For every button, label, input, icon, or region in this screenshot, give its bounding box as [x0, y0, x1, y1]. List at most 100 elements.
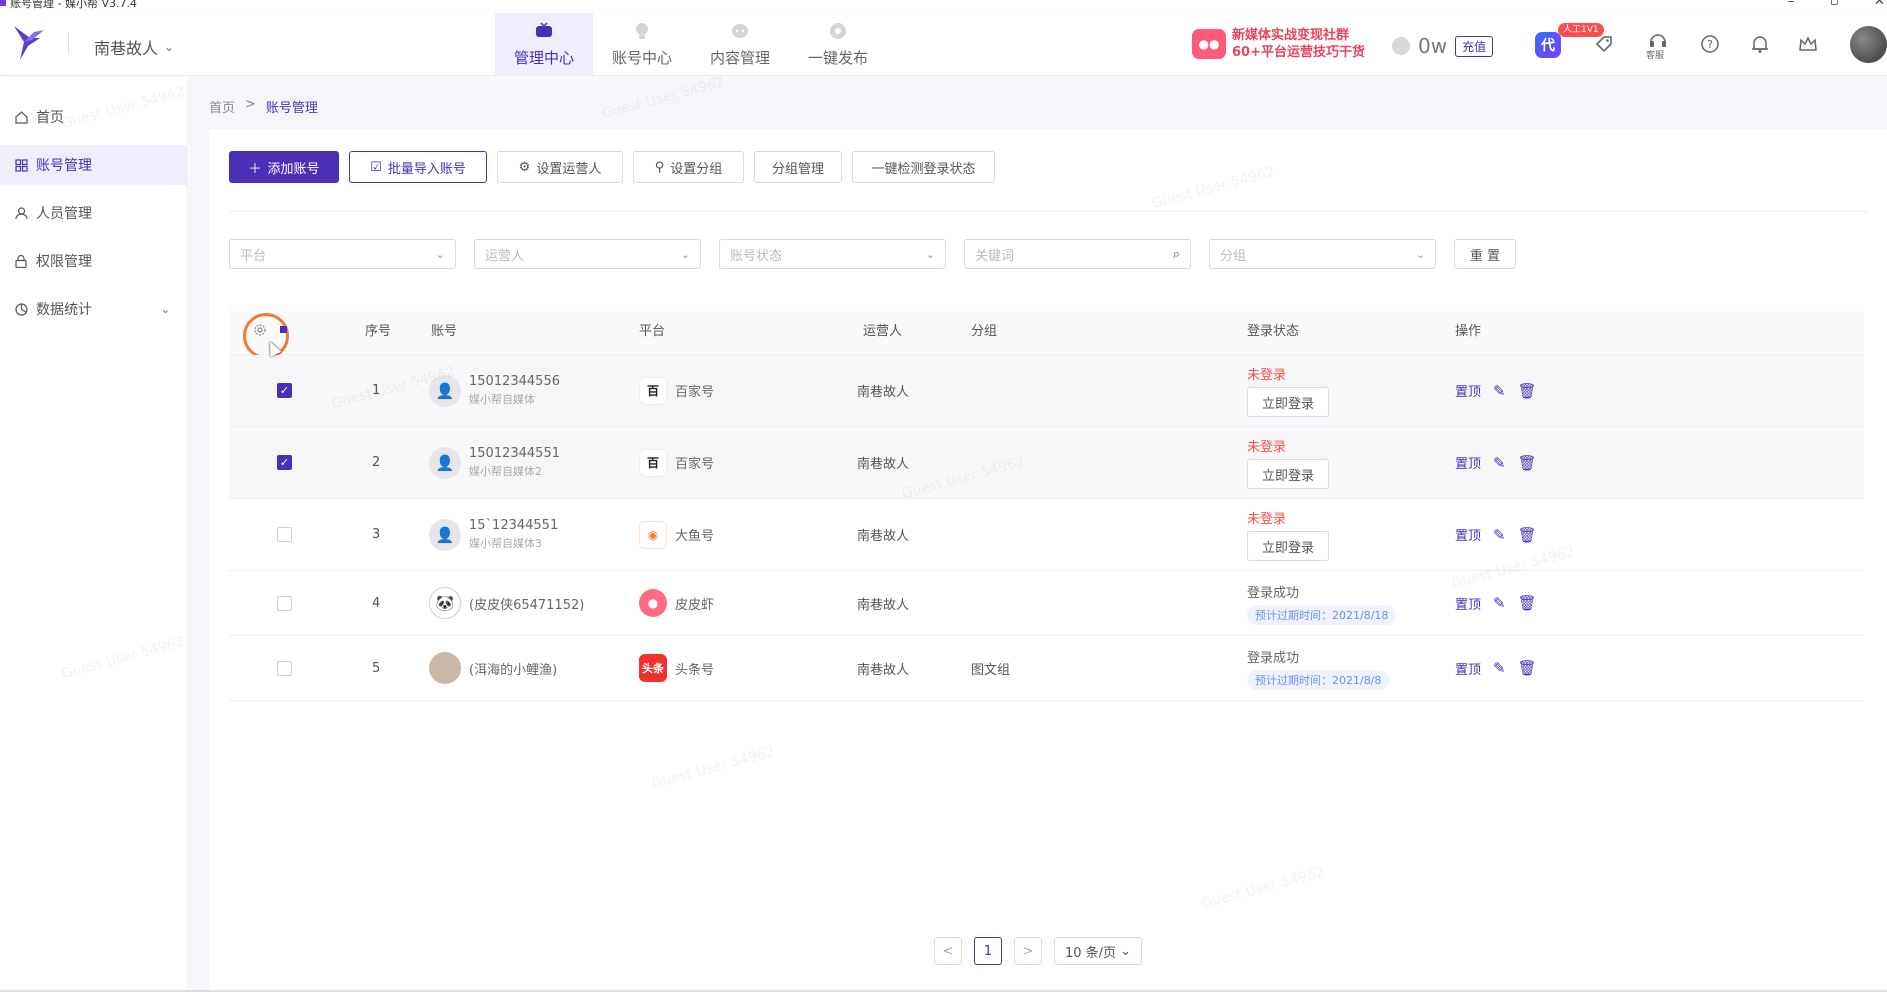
search-icon[interactable]: ⌕ — [1173, 247, 1180, 262]
add-account-button[interactable]: ＋ 添加账号 — [229, 151, 339, 183]
set-operator-button[interactable]: ⚙ 设置运营人 — [497, 151, 623, 183]
nav-manage-center[interactable]: 管理中心 — [495, 13, 593, 75]
agent-service-icon[interactable]: 代 — [1535, 32, 1561, 58]
page-1-button[interactable]: 1 — [974, 937, 1002, 965]
row-checkbox[interactable] — [277, 636, 292, 700]
sidebar-item-label: 数据统计 — [36, 302, 92, 318]
account-name: (洱海的小鲤渔) — [469, 662, 558, 678]
table-row[interactable]: 4 🐼 (皮皮侠65471152) ● 皮皮虾 南巷故人 登录成功 预计过期时间… — [229, 571, 1864, 636]
sidebar-item-label: 首页 — [36, 110, 64, 126]
edit-icon[interactable]: ✎ — [1493, 594, 1506, 612]
sidebar-item-people-manage[interactable]: 人员管理 — [0, 193, 188, 233]
app-logo-icon — [0, 0, 6, 6]
default-avatar-icon: 👤 — [429, 518, 461, 551]
login-status-cell: 未登录 立即登录 — [1247, 355, 1330, 426]
chevron-down-icon: ⌄ — [925, 247, 935, 261]
login-now-button[interactable]: 立即登录 — [1247, 387, 1330, 417]
page-size-select[interactable]: 10 条/页 ⌄ — [1054, 937, 1142, 965]
account-table: 序号 账号 平台 运营人 分组 登录状态 操作 ✓ 1 👤 1501234455… — [229, 305, 1864, 701]
pin-top-link[interactable]: 置顶 — [1455, 659, 1481, 678]
login-now-button[interactable]: 立即登录 — [1247, 531, 1330, 561]
maximize-button[interactable]: ▫ — [1830, 0, 1839, 9]
pin-top-link[interactable]: 置顶 — [1455, 453, 1481, 472]
bell-icon[interactable] — [1748, 32, 1772, 56]
close-window-button[interactable]: ✕ — [1874, 0, 1885, 9]
row-checkbox[interactable] — [277, 571, 292, 635]
account-name: 15012344551 — [469, 446, 560, 461]
header-divider — [68, 32, 69, 54]
table-row[interactable]: 3 👤 15`12344551 媒小帮自媒体3 ◉ 大鱼号 南巷故人 未登录 立… — [229, 499, 1864, 571]
toolbar: ＋ 添加账号 ☑ 批量导入账号 ⚙ 设置运营人 ⚲ 设置分组 分组管理 一键检测… — [229, 151, 995, 183]
pin-top-link[interactable]: 置顶 — [1455, 381, 1481, 400]
nav-account-center[interactable]: 账号中心 — [593, 13, 691, 75]
sidebar-item-data-stats[interactable]: 数据统计 ⌄ — [0, 289, 188, 329]
table-row[interactable]: 5 (洱海的小鲤渔) 头条 头条号 南巷故人 图文组 登录成功 预计过期时间：2… — [229, 636, 1864, 701]
pin-top-link[interactable]: 置顶 — [1455, 594, 1481, 613]
window-titlebar: 账号管理 - 媒小帮 V3.7.4 – ▫ ✕ — [0, 0, 1887, 10]
operator-select[interactable]: 运营人 ⌄ — [474, 239, 701, 269]
row-index: 2 — [372, 455, 381, 470]
trash-icon[interactable]: 🗑 — [1518, 594, 1537, 612]
coin-balance: 0w 充值 — [1392, 34, 1494, 58]
row-checkbox[interactable]: ✓ — [277, 355, 292, 426]
rocket-icon — [828, 21, 848, 41]
set-group-button[interactable]: ⚲ 设置分组 — [633, 151, 744, 183]
edit-icon[interactable]: ✎ — [1493, 526, 1506, 544]
coin-value: 0w — [1418, 34, 1448, 58]
top-header: 南巷故人 ⌄ 管理中心 账号中心 内容管理 一键发布 ●● 新媒体实战变现社群 … — [0, 10, 1887, 76]
pipixia-icon: ● — [639, 589, 667, 617]
edit-icon[interactable]: ✎ — [1493, 659, 1506, 677]
sidebar-item-home[interactable]: 首页 — [0, 97, 188, 137]
row-checkbox[interactable]: ✓ — [277, 427, 292, 498]
table-row[interactable]: ✓ 1 👤 15012344556 媒小帮自媒体 百 百家号 南巷故人 未登录 — [229, 355, 1864, 427]
login-now-button[interactable]: 立即登录 — [1247, 459, 1330, 489]
platform-name: 大鱼号 — [675, 529, 715, 544]
pin-top-link[interactable]: 置顶 — [1455, 525, 1481, 544]
trash-icon[interactable]: 🗑 — [1518, 382, 1537, 400]
table-row[interactable]: ✓ 2 👤 15012344551 媒小帮自媒体2 百 百家号 南巷故人 未登录 — [229, 427, 1864, 499]
next-page-button[interactable]: > — [1014, 937, 1042, 965]
sidebar-item-account-manage[interactable]: 账号管理 — [0, 145, 188, 185]
edit-icon[interactable]: ✎ — [1493, 382, 1506, 400]
sidebar: 首页 账号管理 人员管理 权限管理 数据统计 ⌄ — [0, 77, 188, 992]
chevron-down-icon: ⌄ — [1120, 943, 1131, 959]
dayuhao-icon: ◉ — [639, 520, 667, 549]
row-index: 4 — [372, 595, 381, 611]
reset-button[interactable]: 重 置 — [1454, 239, 1516, 269]
header-index: 序号 — [365, 324, 392, 339]
crown-icon[interactable] — [1796, 32, 1820, 56]
platform-select[interactable]: 平台 ⌄ — [229, 239, 456, 269]
nav-one-click-publish[interactable]: 一键发布 — [789, 13, 887, 75]
sidebar-item-permission-manage[interactable]: 权限管理 — [0, 241, 188, 281]
breadcrumb-home[interactable]: 首页 — [209, 97, 235, 116]
trash-icon[interactable]: 🗑 — [1518, 526, 1537, 544]
recharge-button[interactable]: 充值 — [1455, 35, 1494, 57]
status-select[interactable]: 账号状态 ⌄ — [719, 239, 946, 269]
nav-label: 内容管理 — [709, 48, 770, 67]
edit-icon[interactable]: ✎ — [1493, 454, 1506, 472]
user-switcher[interactable]: 南巷故人 ⌄ — [94, 35, 174, 59]
batch-import-button[interactable]: ☑ 批量导入账号 — [349, 151, 487, 183]
check-login-button[interactable]: 一键检测登录状态 — [852, 151, 995, 183]
promo-banner[interactable]: ●● 新媒体实战变现社群 60+平台运营技巧干货 — [1192, 27, 1365, 61]
trash-icon[interactable]: 🗑 — [1518, 454, 1537, 472]
actions-cell: 置顶 ✎ 🗑 — [1455, 636, 1537, 700]
group-manage-button[interactable]: 分组管理 — [754, 151, 842, 183]
row-checkbox[interactable] — [277, 499, 292, 570]
tag-icon[interactable] — [1592, 32, 1616, 56]
platform-cell: 头条 头条号 — [639, 636, 714, 700]
group-select[interactable]: 分组 ⌄ — [1209, 239, 1436, 269]
trash-icon[interactable]: 🗑 — [1518, 659, 1537, 677]
help-icon[interactable]: ? — [1698, 32, 1722, 56]
chevron-down-icon: ⌄ — [160, 302, 170, 316]
edit-box-icon: ☑ — [370, 159, 382, 175]
prev-page-button[interactable]: < — [934, 937, 962, 965]
operator-cell: 南巷故人 — [857, 597, 910, 613]
header-account: 账号 — [431, 324, 458, 339]
chevron-down-icon: ⌄ — [164, 40, 175, 54]
keyword-input[interactable]: 关键词 ⌕ — [964, 239, 1191, 269]
user-avatar[interactable] — [1850, 26, 1887, 63]
minimize-button[interactable]: – — [1788, 0, 1795, 9]
platform-name: 皮皮虾 — [675, 597, 715, 613]
nav-content-manage[interactable]: 内容管理 — [691, 13, 789, 75]
